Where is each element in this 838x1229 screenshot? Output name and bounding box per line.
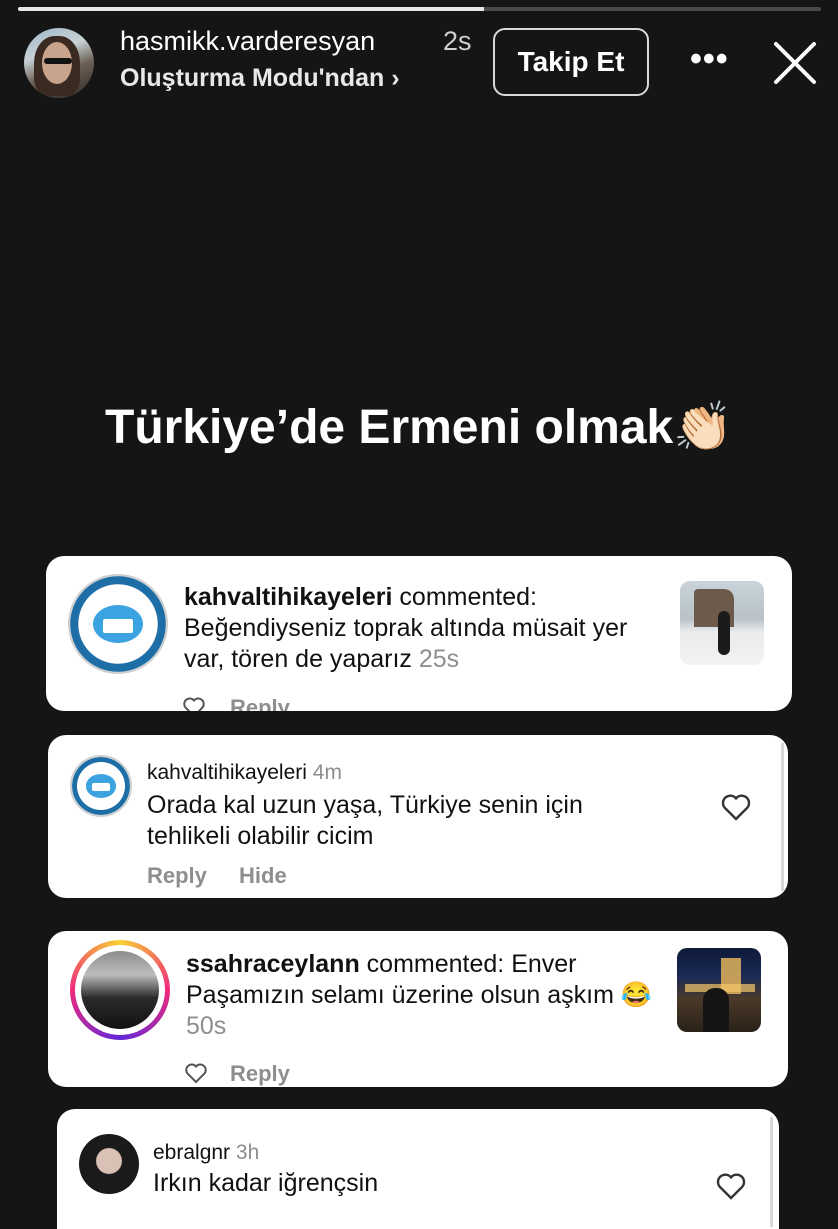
scroll-indicator <box>781 743 784 891</box>
reply-button[interactable]: Reply <box>147 863 207 889</box>
reply-button[interactable]: Reply <box>230 1061 290 1087</box>
comment-time: 25s <box>418 645 460 673</box>
comment-body-line1: Orada kal uzun yaşa, Türkiye senin için <box>147 791 583 819</box>
comment-body-line2: tehlikeli olabilir cicim <box>147 822 374 850</box>
comment-body-b: Paşamızın selamı üzerine olsun aşkım <box>186 981 614 1009</box>
comment-verb: commented: <box>399 583 537 611</box>
comment-username[interactable]: kahvaltihikayeleri <box>184 583 392 611</box>
comment-username[interactable]: ebralgnr <box>153 1141 230 1164</box>
story-time: 2s <box>443 26 472 56</box>
commenter-avatar[interactable] <box>70 755 132 817</box>
story-username[interactable]: hasmikk.varderesyan <box>120 26 375 57</box>
commenter-avatar[interactable] <box>79 1134 139 1194</box>
commenter-avatar[interactable] <box>70 940 170 1040</box>
story-source-link[interactable]: Oluşturma Modu'ndan › <box>120 64 400 93</box>
story-headline: Türkiye’de Ermeni olmak👏🏻 <box>105 401 733 454</box>
laughing-emoji: 😂 <box>620 981 653 1009</box>
comment-text: ssahraceylann commented: Enver Paşamızın… <box>186 949 666 1042</box>
comment-verb: commented: <box>366 950 505 978</box>
comment-card: ssahraceylann commented: Enver Paşamızın… <box>48 931 788 1087</box>
story-progress-fill <box>18 7 484 11</box>
like-heart-icon[interactable] <box>182 696 206 711</box>
story-progress-bar <box>18 7 821 11</box>
like-heart-icon[interactable] <box>184 1062 208 1084</box>
hide-button[interactable]: Hide <box>239 863 287 889</box>
more-options-icon[interactable]: ••• <box>690 40 729 79</box>
scroll-indicator <box>770 1117 773 1227</box>
like-heart-icon[interactable] <box>720 792 752 822</box>
comment-card: ebralgnr 3h Irkın kadar iğrençsin <box>57 1109 779 1229</box>
follow-button[interactable]: Takip Et <box>493 28 649 96</box>
reply-header: ebralgnr 3h <box>153 1137 259 1168</box>
reply-header: kahvaltihikayeleri 4m <box>147 757 342 788</box>
post-thumbnail[interactable] <box>677 948 761 1032</box>
comment-card: kahvaltihikayeleri commented: Beğendiyse… <box>46 556 792 711</box>
comment-text: kahvaltihikayeleri commented: Beğendiyse… <box>184 582 664 675</box>
comment-card: kahvaltihikayeleri 4m Orada kal uzun yaş… <box>48 735 788 898</box>
comment-time: 50s <box>186 1012 227 1040</box>
comment-username[interactable]: kahvaltihikayeleri <box>147 761 307 784</box>
reply-button[interactable]: Reply <box>230 695 290 711</box>
commenter-avatar[interactable] <box>68 574 168 674</box>
like-heart-icon[interactable] <box>715 1171 747 1201</box>
comment-body: Beğendiyseniz toprak altında müsait yer … <box>184 614 628 673</box>
comment-username[interactable]: ssahraceylann <box>186 950 360 978</box>
comment-body-a: Enver <box>511 950 577 978</box>
comment-body: Irkın kadar iğrençsin <box>153 1169 379 1197</box>
post-thumbnail[interactable] <box>680 581 764 665</box>
comment-time: 3h <box>235 1141 260 1164</box>
profile-avatar[interactable] <box>24 28 94 98</box>
close-icon[interactable] <box>770 38 820 88</box>
comment-time: 4m <box>312 761 342 784</box>
